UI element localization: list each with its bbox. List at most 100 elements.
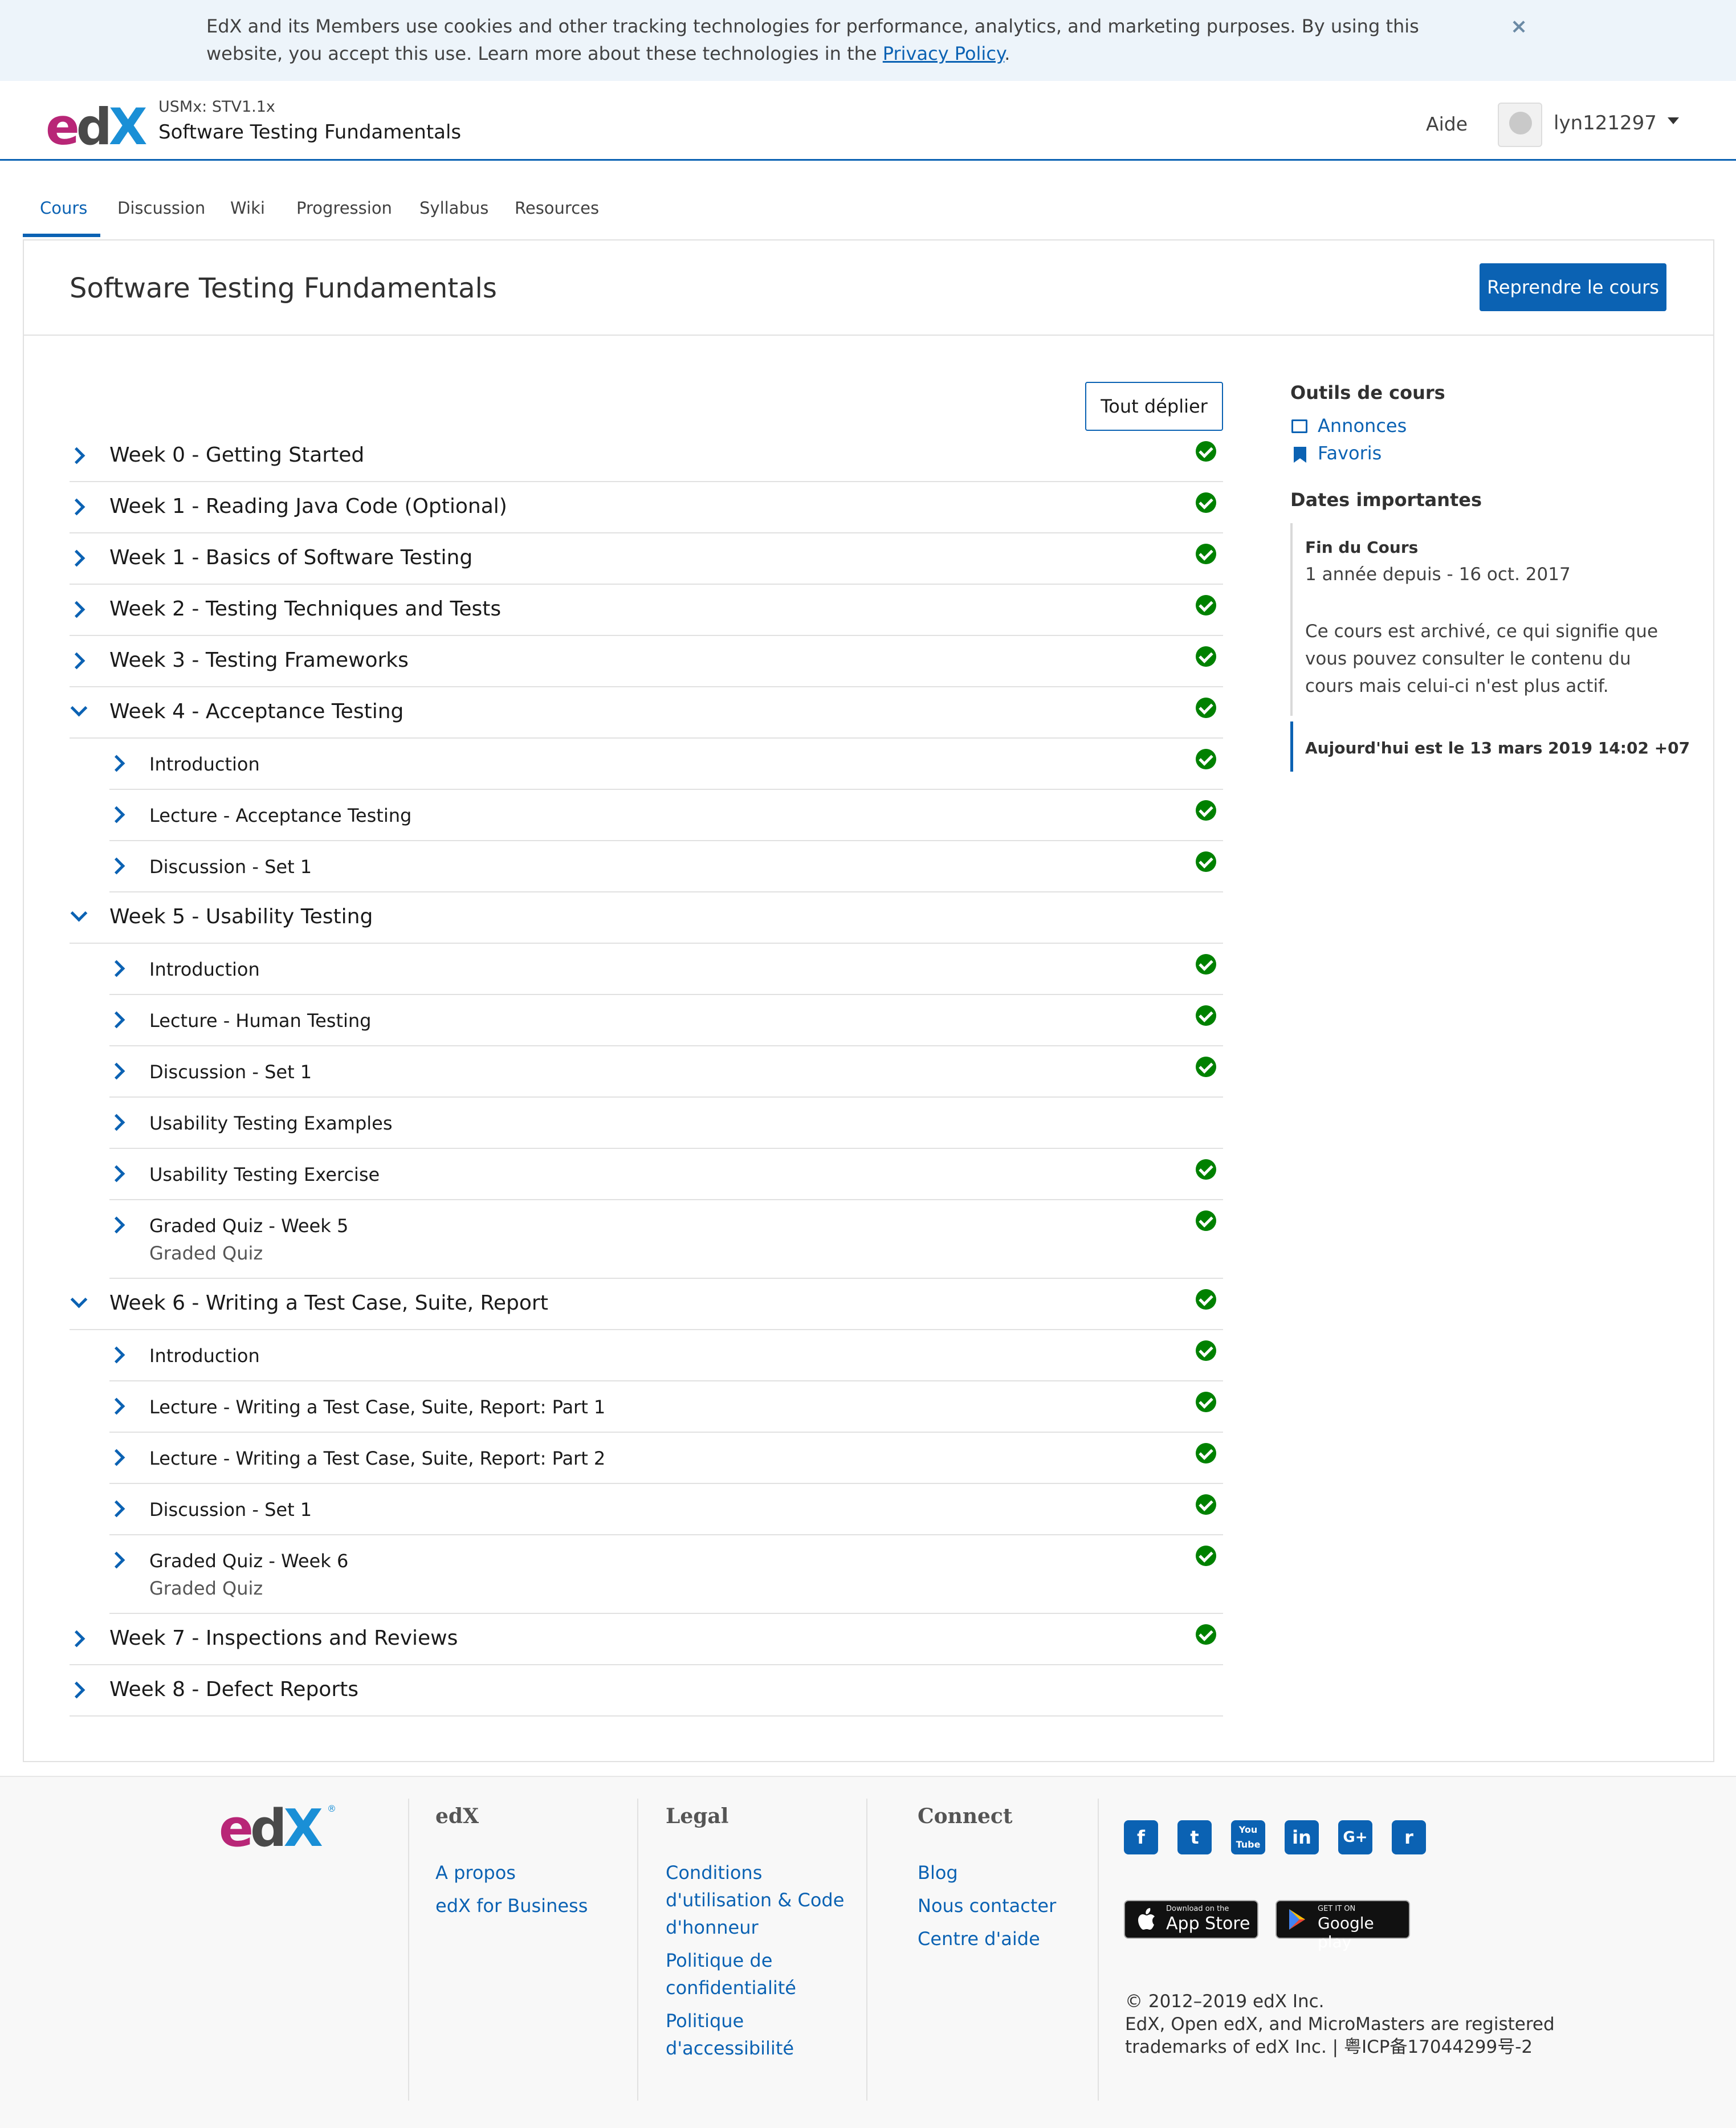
chevron-right-icon[interactable]: [108, 755, 125, 772]
outline-item-label[interactable]: Graded Quiz - Week 5: [149, 1215, 348, 1237]
footer-link-terms[interactable]: Conditions d'utilisation & Code d'honneu…: [666, 1859, 848, 1941]
chevron-down-icon[interactable]: [70, 699, 88, 717]
outline-item-label[interactable]: Week 0 - Getting Started: [109, 443, 364, 467]
outline-subsection-row[interactable]: Introduction: [108, 739, 1223, 790]
close-icon[interactable]: ×: [1510, 15, 1527, 38]
outline-section-row[interactable]: Week 8 - Defect Reports: [68, 1665, 1223, 1717]
caret-down-icon[interactable]: [1668, 117, 1679, 124]
outline-section-row[interactable]: Week 3 - Testing Frameworks: [68, 636, 1223, 687]
avatar[interactable]: [1498, 103, 1542, 147]
chevron-right-icon[interactable]: [68, 447, 85, 464]
reddit-icon[interactable]: r: [1392, 1820, 1426, 1854]
chevron-right-icon[interactable]: [108, 1346, 125, 1364]
outline-item-label[interactable]: Usability Testing Examples: [149, 1112, 393, 1134]
chevron-right-icon[interactable]: [108, 1449, 125, 1466]
outline-subsection-row[interactable]: Graded Quiz - Week 6 Graded Quiz: [108, 1535, 1223, 1614]
chevron-right-icon[interactable]: [108, 1551, 125, 1569]
outline-item-label[interactable]: Lecture - Writing a Test Case, Suite, Re…: [149, 1396, 605, 1418]
outline-subsection-row[interactable]: Usability Testing Exercise: [108, 1149, 1223, 1200]
outline-section-row[interactable]: Week 2 - Testing Techniques and Tests: [68, 585, 1223, 636]
app-store-badge[interactable]: Download on the App Store: [1124, 1900, 1258, 1939]
footer-link-help-center[interactable]: Centre d'aide: [918, 1925, 1040, 1952]
outline-subsection-row[interactable]: Lecture - Writing a Test Case, Suite, Re…: [108, 1433, 1223, 1484]
outline-item-label[interactable]: Discussion - Set 1: [149, 1061, 312, 1083]
outline-subsection-row[interactable]: Usability Testing Examples: [108, 1098, 1223, 1149]
outline-item-label[interactable]: Introduction: [149, 959, 260, 980]
facebook-icon[interactable]: f: [1124, 1820, 1158, 1854]
edx-logo[interactable]: edX: [46, 101, 148, 153]
outline-item-label[interactable]: Week 7 - Inspections and Reviews: [109, 1626, 458, 1650]
chevron-right-icon[interactable]: [108, 1062, 125, 1080]
outline-item-label[interactable]: Week 1 - Basics of Software Testing: [109, 546, 472, 569]
youtube-icon[interactable]: You Tube: [1231, 1820, 1265, 1854]
chevron-right-icon[interactable]: [108, 1500, 125, 1518]
tab-discussion[interactable]: Discussion: [117, 198, 205, 218]
outline-item-label[interactable]: Week 3 - Testing Frameworks: [109, 649, 409, 672]
outline-subsection-row[interactable]: Lecture - Human Testing: [108, 995, 1223, 1046]
outline-subsection-row[interactable]: Introduction: [108, 1330, 1223, 1381]
outline-item-label[interactable]: Week 8 - Defect Reports: [109, 1678, 358, 1701]
footer-link-business[interactable]: edX for Business: [435, 1892, 588, 1919]
chevron-down-icon[interactable]: [70, 1291, 88, 1308]
outline-section-row[interactable]: Week 7 - Inspections and Reviews: [68, 1614, 1223, 1665]
outline-section-row[interactable]: Week 1 - Basics of Software Testing: [68, 533, 1223, 585]
chevron-down-icon[interactable]: [70, 904, 88, 922]
chevron-right-icon[interactable]: [68, 498, 85, 516]
tab-wiki[interactable]: Wiki: [230, 198, 265, 218]
outline-item-label[interactable]: Discussion - Set 1: [149, 856, 312, 878]
footer-link-blog[interactable]: Blog: [918, 1859, 958, 1886]
footer-link-accessibility[interactable]: Politique d'accessibilité: [666, 2007, 837, 2062]
expand-all-button[interactable]: Tout déplier: [1085, 382, 1223, 431]
google-plus-icon[interactable]: G+: [1338, 1820, 1372, 1854]
resume-course-button[interactable]: Reprendre le cours: [1480, 263, 1666, 311]
outline-item-label[interactable]: Introduction: [149, 1345, 260, 1367]
outline-section-row[interactable]: Week 6 - Writing a Test Case, Suite, Rep…: [70, 1279, 1223, 1330]
outline-item-label[interactable]: Week 4 - Acceptance Testing: [109, 700, 404, 723]
outline-item-label[interactable]: Week 1 - Reading Java Code (Optional): [109, 495, 507, 518]
outline-item-label[interactable]: Introduction: [149, 753, 260, 775]
privacy-policy-link[interactable]: Privacy Policy: [883, 43, 1005, 64]
outline-item-label[interactable]: Usability Testing Exercise: [149, 1164, 380, 1185]
outline-subsection-row[interactable]: Discussion - Set 1: [108, 1046, 1223, 1098]
outline-item-label[interactable]: Week 5 - Usability Testing: [109, 905, 373, 928]
google-play-badge[interactable]: GET IT ON Google play: [1275, 1900, 1410, 1951]
chevron-right-icon[interactable]: [68, 549, 85, 567]
chevron-right-icon[interactable]: [108, 1114, 125, 1131]
footer-link-about[interactable]: A propos: [435, 1859, 516, 1886]
chevron-right-icon[interactable]: [108, 1165, 125, 1183]
chevron-right-icon[interactable]: [108, 1216, 125, 1234]
chevron-right-icon[interactable]: [68, 1630, 85, 1648]
bookmarks-link[interactable]: Favoris: [1318, 442, 1382, 464]
outline-item-label[interactable]: Lecture - Human Testing: [149, 1010, 371, 1032]
outline-subsection-row[interactable]: Lecture - Writing a Test Case, Suite, Re…: [108, 1381, 1223, 1433]
outline-item-label[interactable]: Discussion - Set 1: [149, 1499, 312, 1520]
outline-subsection-row[interactable]: Discussion - Set 1: [108, 1484, 1223, 1535]
outline-item-label[interactable]: Week 6 - Writing a Test Case, Suite, Rep…: [109, 1291, 548, 1315]
outline-section-row[interactable]: Week 4 - Acceptance Testing: [70, 687, 1223, 739]
outline-subsection-row[interactable]: Graded Quiz - Week 5 Graded Quiz: [108, 1200, 1223, 1279]
outline-subsection-row[interactable]: Discussion - Set 1: [108, 841, 1223, 892]
outline-item-label[interactable]: Lecture - Acceptance Testing: [149, 805, 411, 826]
footer-edx-logo[interactable]: edX: [219, 1803, 323, 1854]
outline-subsection-row[interactable]: Lecture - Acceptance Testing: [108, 790, 1223, 841]
tab-resources[interactable]: Resources: [515, 198, 599, 218]
outline-subsection-row[interactable]: Introduction: [108, 944, 1223, 995]
outline-item-label[interactable]: Lecture - Writing a Test Case, Suite, Re…: [149, 1448, 605, 1469]
announcements-link[interactable]: Annonces: [1318, 415, 1407, 437]
linkedin-icon[interactable]: in: [1285, 1820, 1319, 1854]
chevron-right-icon[interactable]: [108, 1011, 125, 1029]
username[interactable]: lyn121297: [1554, 112, 1657, 134]
tab-syllabus[interactable]: Syllabus: [419, 198, 488, 218]
chevron-right-icon[interactable]: [68, 601, 85, 618]
outline-section-row[interactable]: Week 0 - Getting Started: [68, 431, 1223, 482]
footer-link-privacy[interactable]: Politique de confidentialité: [666, 1947, 837, 2001]
chevron-right-icon[interactable]: [108, 960, 125, 977]
chevron-right-icon[interactable]: [108, 857, 125, 875]
chevron-right-icon[interactable]: [108, 1397, 125, 1415]
help-link[interactable]: Aide: [1426, 113, 1468, 135]
twitter-icon[interactable]: t: [1177, 1820, 1212, 1854]
tab-cours[interactable]: Cours: [40, 198, 87, 218]
outline-section-row[interactable]: Week 5 - Usability Testing: [70, 892, 1223, 944]
chevron-right-icon[interactable]: [108, 806, 125, 824]
outline-item-label[interactable]: Graded Quiz - Week 6: [149, 1550, 348, 1572]
